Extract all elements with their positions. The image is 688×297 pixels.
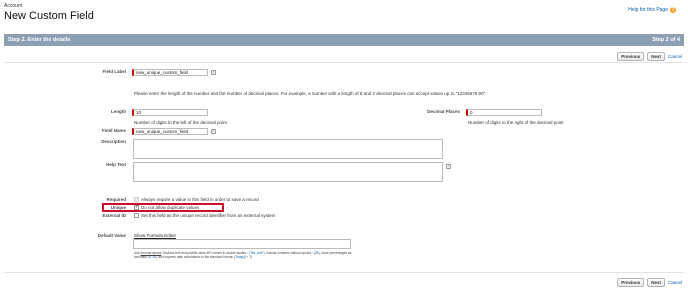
required-checkbox[interactable] [134,197,139,202]
previous-button[interactable]: Previous [617,52,645,61]
formula-help-text: Use formula syntax: Enclose text and pic… [134,251,356,259]
breadcrumb: Account [4,3,23,9]
cancel-link[interactable]: Cancel [668,280,682,285]
page-title: New Custom Field [4,10,94,22]
question-icon[interactable]: ? [670,7,676,13]
previous-button[interactable]: Previous [617,278,645,287]
formula-help-part: ), include numbers without quotes : ( [263,251,315,255]
field-label-label: Field Label [102,69,126,74]
length-input[interactable]: 10 [132,109,208,116]
default-value-input[interactable] [133,239,351,249]
instructions-text: Please enter the length of the number an… [134,91,487,96]
decimal-places-help: Number of digits to the right of the dec… [468,120,564,125]
highlight-box [102,203,224,212]
cancel-link[interactable]: Cancel [668,54,682,59]
info-icon[interactable]: i [211,129,216,134]
external-id-checkbox[interactable] [134,213,139,218]
required-label: Required [106,197,126,202]
help-link-label[interactable]: Help for this Page [628,7,668,13]
decimal-places-input[interactable]: 0 [466,109,542,116]
description-label: Description [101,139,126,144]
step-count: Step 2 of 4 [652,37,680,43]
bottom-button-row: Previous Next Cancel [617,278,682,287]
info-icon[interactable]: i [446,164,451,169]
default-value-label: Default Value [97,233,126,238]
field-name-input[interactable]: new_unique_custom_field [132,128,208,135]
help-link[interactable]: Help for this Page ? [628,7,676,13]
divider [4,62,684,63]
info-icon[interactable]: i [211,70,216,75]
external-id-label: External ID [102,213,126,218]
length-label: Length [111,109,126,114]
next-button[interactable]: Next [647,52,665,61]
next-button[interactable]: Next [647,278,665,287]
top-button-row: Previous Next Cancel [617,52,682,61]
help-text-label: Help Text [106,162,126,167]
length-help: Number of digits to the left of the deci… [134,120,227,125]
description-textarea[interactable] [133,139,443,159]
divider [4,272,684,273]
step-bar: Step 2. Enter the details Step 2 of 4 [4,34,684,46]
formula-example: Today() + 7 [235,255,252,259]
show-formula-editor-link[interactable]: Show Formula Editor [134,233,176,238]
decimal-places-label: Decimal Places [427,109,460,114]
external-id-text: Set this field as the unique record iden… [141,213,276,218]
field-label-input[interactable]: new_unique_custom_field [132,69,208,76]
step-title: Step 2. Enter the details [8,37,71,43]
field-name-label: Field Name [101,128,126,133]
formula-help-part: ), and express date calculations in the … [155,255,236,259]
required-text: Always require a value in this field in … [141,197,259,202]
formula-help-part: ) [251,255,253,259]
page-header: Account New Custom Field [4,3,94,22]
help-text-textarea[interactable] [133,162,443,182]
